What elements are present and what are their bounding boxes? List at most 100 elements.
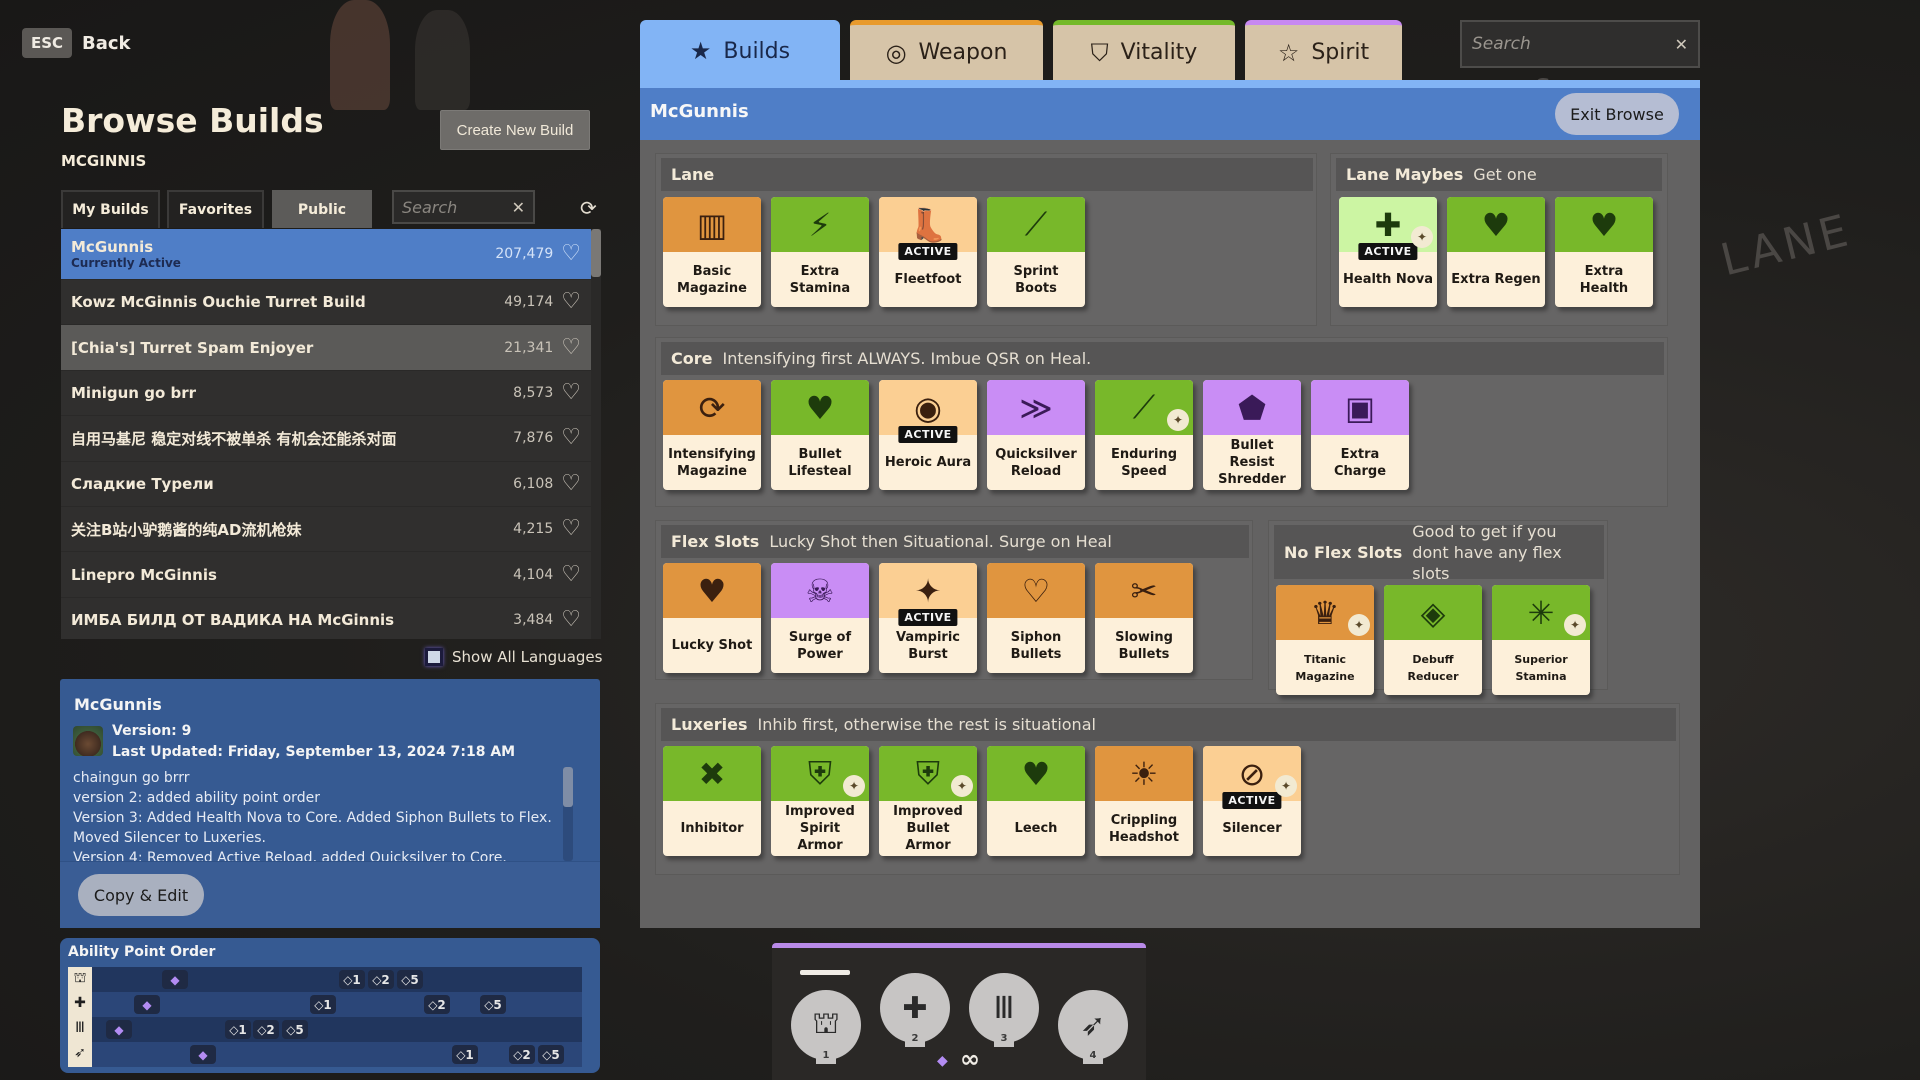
tab-spirit[interactable]: ☆ Spirit bbox=[1245, 20, 1402, 80]
item-name: Improved Bullet Armor bbox=[893, 804, 963, 853]
build-row[interactable]: ИМБА БИЛД ОТ ВАДИКА НА McGinnis 3,484 ♡ bbox=[61, 598, 591, 639]
item-card-basic-magazine[interactable]: ▥ Basic Magazine bbox=[663, 197, 761, 307]
item-card-silencer[interactable]: ⊘ ACTIVE ✦ Silencer bbox=[1203, 746, 1301, 856]
stamina-bar bbox=[800, 970, 850, 975]
imbue-icon: ✦ bbox=[1275, 775, 1297, 797]
heart-icon[interactable]: ♡ bbox=[561, 427, 581, 449]
item-card-improved-spirit-armor[interactable]: ⛨ ✦ Improved Spirit Armor bbox=[771, 746, 869, 856]
item-icon-area: ✂ bbox=[1095, 563, 1193, 618]
build-version: Version: 9 bbox=[112, 723, 192, 739]
item-name: Extra Health bbox=[1579, 263, 1629, 296]
esc-key[interactable]: ESC bbox=[22, 28, 72, 58]
build-list-scroll-thumb[interactable] bbox=[591, 229, 601, 277]
item-card-extra-stamina[interactable]: ⚡ Extra Stamina bbox=[771, 197, 869, 307]
item-search-field[interactable]: ✕ bbox=[1460, 20, 1700, 68]
build-panel-header bbox=[640, 80, 1700, 140]
copy-edit-button[interactable]: Copy & Edit bbox=[78, 874, 204, 916]
back-button[interactable]: Back bbox=[82, 33, 131, 54]
build-row[interactable]: McGunnis Currently Active 207,479 ♡ bbox=[61, 229, 591, 280]
tab-my-builds[interactable]: My Builds bbox=[61, 190, 160, 228]
tab-builds[interactable]: ★ Builds bbox=[640, 20, 840, 82]
tab-favorites[interactable]: Favorites bbox=[167, 190, 264, 228]
unlock-chip: ◆ bbox=[162, 970, 188, 989]
item-card-crippling-headshot[interactable]: ☀ Crippling Headshot bbox=[1095, 746, 1193, 856]
item-card-bullet-lifesteal[interactable]: ♥ Bullet Lifesteal bbox=[771, 380, 869, 490]
item-name: Bullet Lifesteal bbox=[788, 446, 852, 479]
basic-magazine-icon: ▥ bbox=[696, 205, 728, 244]
silencer-icon: ⊘ bbox=[1238, 754, 1266, 793]
build-row[interactable]: 关注B站小驴鹅酱的纯AD流机枪妹 4,215 ♡ bbox=[61, 507, 591, 553]
item-name: Crippling Headshot bbox=[1109, 812, 1179, 845]
build-row[interactable]: [Chia's] Turret Spam Enjoyer 21,341 ♡ bbox=[61, 325, 591, 371]
ability-order-row: ◆ ◇1 ◇2 ◇5 bbox=[92, 1042, 582, 1067]
build-favorites-count: 49,174 bbox=[504, 294, 554, 311]
show-all-languages-checkbox[interactable] bbox=[425, 648, 443, 666]
tab-weapon[interactable]: ◎ Weapon bbox=[850, 20, 1043, 80]
item-card-extra-health[interactable]: ♥ Extra Health bbox=[1555, 197, 1653, 307]
item-card-improved-bullet-armor[interactable]: ⛨ ✦ Improved Bullet Armor bbox=[879, 746, 977, 856]
item-card-vampiric-burst[interactable]: ✦ ACTIVE Vampiric Burst bbox=[879, 563, 977, 673]
item-card-sprint-boots[interactable]: ⟋ Sprint Boots bbox=[987, 197, 1085, 307]
item-card-slowing-bullets[interactable]: ✂ Slowing Bullets bbox=[1095, 563, 1193, 673]
clear-search-icon[interactable]: ✕ bbox=[1675, 35, 1688, 54]
heart-icon[interactable]: ♡ bbox=[561, 608, 581, 631]
build-row[interactable]: Linepro McGinnis 4,104 ♡ bbox=[61, 552, 591, 598]
item-card-fleetfoot[interactable]: 👢 ACTIVE Fleetfoot bbox=[879, 197, 977, 307]
item-card-quicksilver-reload[interactable]: ≫ Quicksilver Reload bbox=[987, 380, 1085, 490]
heart-icon[interactable]: ♡ bbox=[561, 518, 581, 540]
build-list-scrollbar[interactable] bbox=[591, 229, 601, 639]
exit-browse-button[interactable]: Exit Browse bbox=[1555, 93, 1679, 135]
heart-icon[interactable]: ♡ bbox=[561, 291, 581, 313]
active-badge: ACTIVE bbox=[1222, 792, 1282, 809]
build-search-input[interactable] bbox=[402, 197, 512, 217]
upgrade-chip: ◇5 bbox=[397, 970, 423, 989]
create-new-build-button[interactable]: Create New Build bbox=[440, 110, 590, 150]
heart-icon[interactable]: ♡ bbox=[561, 243, 581, 265]
item-card-superior-stamina[interactable]: ✳ ✦ Superior Stamina bbox=[1492, 585, 1590, 695]
heart-icon[interactable]: ♡ bbox=[561, 563, 581, 586]
section-description: Inhib first, otherwise the rest is situa… bbox=[757, 715, 1096, 734]
turret-icon: ⛫ bbox=[73, 970, 87, 986]
build-row[interactable]: Сладкие Турели 6,108 ♡ bbox=[61, 462, 591, 507]
item-card-intensifying-magazine[interactable]: ⟳ Intensifying Magazine bbox=[663, 380, 761, 490]
build-search-field[interactable]: ✕ bbox=[392, 190, 535, 224]
heart-icon[interactable]: ♡ bbox=[561, 472, 581, 495]
item-card-health-nova[interactable]: ✚ ACTIVE ✦ Health Nova bbox=[1339, 197, 1437, 307]
item-name: Intensifying Magazine bbox=[668, 446, 756, 479]
description-scroll-thumb[interactable] bbox=[563, 767, 573, 807]
heart-icon[interactable]: ♡ bbox=[561, 336, 581, 359]
imbue-icon: ✦ bbox=[1411, 226, 1433, 248]
vampiric-burst-icon: ✦ bbox=[914, 571, 942, 610]
item-card-titanic-magazine[interactable]: ♛ ✦ Titanic Magazine bbox=[1276, 585, 1374, 695]
build-row[interactable]: 自用马基尼 稳定对线不被单杀 有机会还能杀对面 7,876 ♡ bbox=[61, 416, 591, 462]
item-card-extra-regen[interactable]: ♥ Extra Regen bbox=[1447, 197, 1545, 307]
item-name: Extra Stamina bbox=[789, 263, 851, 296]
section-description: Get one bbox=[1473, 165, 1537, 184]
section-flex-slots-header: Flex Slots Lucky Shot then Situational. … bbox=[661, 525, 1249, 558]
item-card-surge-of-power[interactable]: ☠ Surge of Power bbox=[771, 563, 869, 673]
item-card-heroic-aura[interactable]: ◉ ACTIVE Heroic Aura bbox=[879, 380, 977, 490]
item-card-debuff-reducer[interactable]: ◈ Debuff Reducer bbox=[1384, 585, 1482, 695]
item-card-extra-charge[interactable]: ▣ Extra Charge bbox=[1311, 380, 1409, 490]
build-name: 关注B站小驴鹅酱的纯AD流机枪妹 bbox=[71, 520, 302, 539]
item-card-leech[interactable]: ♥ Leech bbox=[987, 746, 1085, 856]
item-icon-area: ≫ bbox=[987, 380, 1085, 435]
heart-icon[interactable]: ♡ bbox=[561, 381, 581, 404]
refresh-icon[interactable]: ⟳ bbox=[580, 196, 597, 220]
tab-vitality[interactable]: ⛉ Vitality bbox=[1053, 20, 1235, 80]
item-icon-area: ⟋ ✦ bbox=[1095, 380, 1193, 435]
item-card-lucky-shot[interactable]: ♥ Lucky Shot bbox=[663, 563, 761, 673]
item-card-bullet-resist-shredder[interactable]: ⬟ Bullet Resist Shredder bbox=[1203, 380, 1301, 490]
show-all-languages-label[interactable]: Show All Languages bbox=[452, 648, 602, 666]
build-row[interactable]: Minigun go brr 8,573 ♡ bbox=[61, 371, 591, 417]
upgrade-chip: ◇1 bbox=[310, 995, 336, 1014]
build-description[interactable]: chaingun go brrr version 2: added abilit… bbox=[73, 768, 553, 861]
tab-label: Spirit bbox=[1311, 40, 1370, 65]
item-search-input[interactable] bbox=[1472, 34, 1675, 54]
clear-search-icon[interactable]: ✕ bbox=[512, 198, 525, 217]
item-card-siphon-bullets[interactable]: ♡ Siphon Bullets bbox=[987, 563, 1085, 673]
item-card-enduring-speed[interactable]: ⟋ ✦ Enduring Speed bbox=[1095, 380, 1193, 490]
item-card-inhibitor[interactable]: ✖ Inhibitor bbox=[663, 746, 761, 856]
build-row[interactable]: Kowz McGinnis Ouchie Turret Build 49,174… bbox=[61, 280, 591, 326]
tab-public[interactable]: Public bbox=[272, 190, 372, 228]
